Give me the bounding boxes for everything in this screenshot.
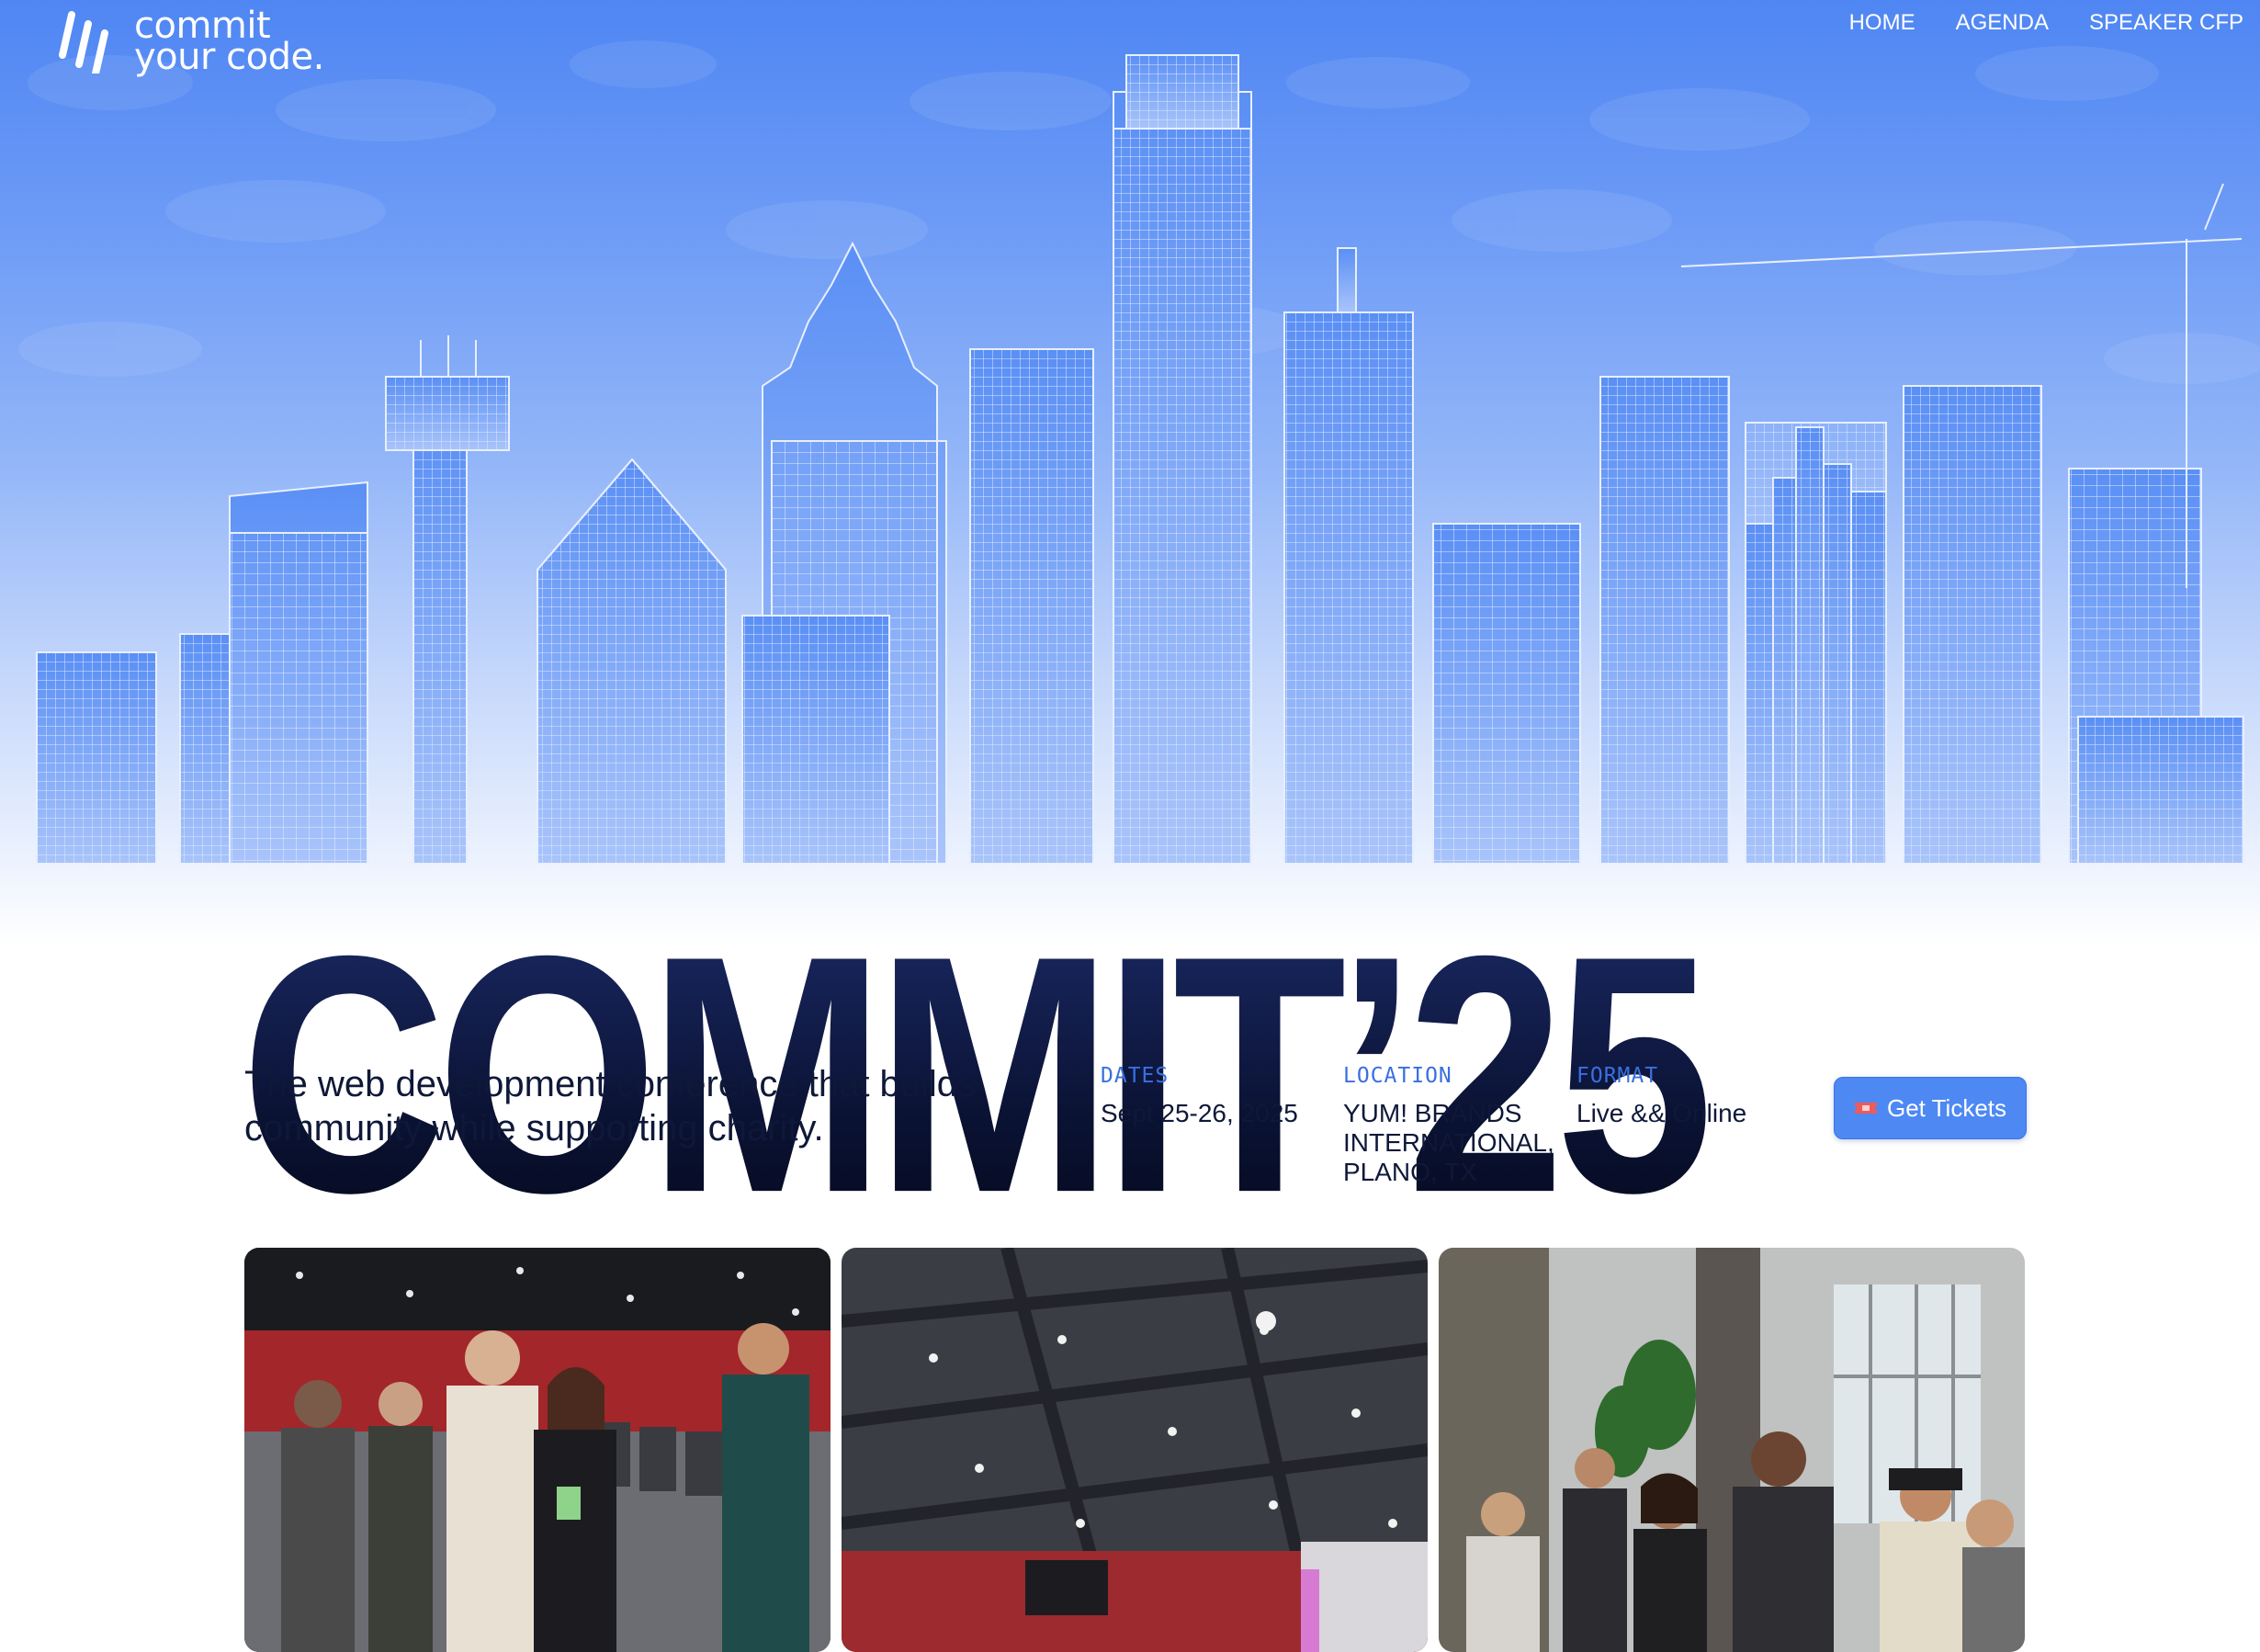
get-tickets-label: Get Tickets bbox=[1886, 1093, 2007, 1122]
format-label: FORMAT bbox=[1576, 1064, 1659, 1088]
slash-mark-icon bbox=[59, 11, 108, 74]
location-label: LOCATION bbox=[1343, 1064, 1452, 1088]
tagline: The web development conference that buil… bbox=[244, 1064, 977, 1148]
ticket-icon bbox=[1854, 1103, 1877, 1114]
format-value: Live && Online bbox=[1576, 1099, 1747, 1127]
nav-speaker-cfp[interactable]: SPEAKER CFP bbox=[2089, 9, 2243, 37]
city-skyline-illustration bbox=[36, 54, 2244, 864]
logo-wordmark: commit your code. bbox=[134, 7, 324, 78]
brand-logo[interactable]: commit your code. bbox=[50, 7, 324, 78]
gallery-photo-venue-hall bbox=[842, 1248, 1428, 1652]
event-location: LOCATION YUM! BRANDS INTERNATIONAL, PLAN… bbox=[1343, 1064, 1564, 1187]
gallery-photo-networking bbox=[1439, 1248, 2025, 1652]
hero-banner: commit your code. HOME AGENDA SPEAKER CF… bbox=[0, 0, 2260, 1029]
event-format: FORMAT Live && Online bbox=[1576, 1064, 1746, 1128]
event-dates: DATES Sept 25-26, 2025 bbox=[1101, 1064, 1298, 1128]
dates-label: DATES bbox=[1101, 1064, 1170, 1088]
main-nav: HOME AGENDA SPEAKER CFP bbox=[1849, 9, 2243, 37]
nav-agenda[interactable]: AGENDA bbox=[1956, 9, 2049, 37]
dates-value: Sept 25-26, 2025 bbox=[1101, 1099, 1298, 1127]
location-value: YUM! BRANDS INTERNATIONAL, PLANO, TX bbox=[1343, 1099, 1554, 1186]
gallery-photo-attendees bbox=[244, 1248, 831, 1652]
get-tickets-button[interactable]: Get Tickets bbox=[1834, 1077, 2027, 1139]
nav-home[interactable]: HOME bbox=[1849, 9, 1915, 37]
logo-line-2: your code. bbox=[134, 36, 324, 78]
